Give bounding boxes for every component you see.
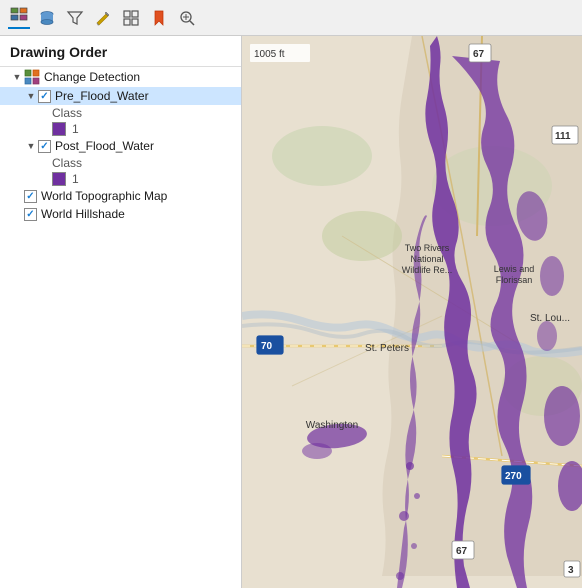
svg-text:70: 70 [261,341,273,352]
map-svg: 1005 ft 67 111 70 270 67 3 Two Rivers Na [242,36,582,588]
toolbar-bookmark-icon[interactable] [148,7,170,29]
pre-flood-class-item: 1 [0,121,241,137]
toolbar-cylinder-icon[interactable] [36,7,58,29]
svg-text:3: 3 [568,565,574,576]
post-flood-class-value: 1 [72,172,79,186]
svg-text:Lewis and: Lewis and [494,264,535,274]
layer-world-topo[interactable]: ▶ World Topographic Map [0,187,241,205]
svg-text:Wildlife Re...: Wildlife Re... [402,265,453,275]
toolbar-filter-icon[interactable] [64,7,86,29]
layers-panel: Drawing Order ▼ Change Detection ▼ Pre_F… [0,36,242,588]
svg-text:Washington: Washington [306,420,358,431]
map-view[interactable]: 1005 ft 67 111 70 270 67 3 Two Rivers Na [242,36,582,588]
layer-world-hillshade[interactable]: ▶ World Hillshade [0,205,241,223]
change-detection-label: Change Detection [44,70,140,84]
svg-text:St. Peters: St. Peters [365,343,409,354]
svg-text:270: 270 [505,471,522,482]
svg-text:Florissan: Florissan [496,275,533,285]
pre-flood-class-header: Class [52,106,82,120]
layer-pre-flood-water[interactable]: ▼ Pre_Flood_Water [0,87,241,105]
expand-arrow-post-flood[interactable]: ▼ [24,139,38,153]
checkbox-world-topo[interactable] [24,190,37,203]
expand-arrow-change-detection[interactable]: ▼ [10,70,24,84]
main-content: Drawing Order ▼ Change Detection ▼ Pre_F… [0,36,582,588]
post-flood-class-header: Class [52,156,82,170]
pre-flood-color-swatch [52,122,66,136]
layer-change-detection[interactable]: ▼ Change Detection [0,67,241,87]
svg-text:111: 111 [555,131,571,142]
post-flood-label: Post_Flood_Water [55,139,154,153]
checkbox-post-flood[interactable] [38,140,51,153]
layer-post-flood-water[interactable]: ▼ Post_Flood_Water [0,137,241,155]
post-flood-color-swatch [52,172,66,186]
toolbar-pencil-icon[interactable] [92,7,114,29]
world-hillshade-label: World Hillshade [41,207,125,221]
checkbox-world-hillshade[interactable] [24,208,37,221]
svg-text:St. Lou...: St. Lou... [530,313,570,324]
post-flood-class-item: 1 [0,171,241,187]
svg-text:67: 67 [473,49,485,60]
toolbar-grid-icon[interactable] [120,7,142,29]
world-topo-label: World Topographic Map [41,189,167,203]
pre-flood-class-value: 1 [72,122,79,136]
toolbar-drawing-icon[interactable] [8,7,30,29]
svg-text:1005 ft: 1005 ft [254,49,285,60]
svg-text:National: National [410,254,443,264]
toolbar [0,0,582,36]
panel-title: Drawing Order [0,36,241,67]
svg-text:Two Rivers: Two Rivers [405,243,450,253]
post-flood-class-row: Class [0,155,241,171]
toolbar-magnify-icon[interactable] [176,7,198,29]
svg-text:67: 67 [456,546,468,557]
pre-flood-label: Pre_Flood_Water [55,89,149,103]
checkbox-pre-flood[interactable] [38,90,51,103]
expand-arrow-pre-flood[interactable]: ▼ [24,89,38,103]
pre-flood-class-row: Class [0,105,241,121]
change-detection-icon [24,69,40,85]
